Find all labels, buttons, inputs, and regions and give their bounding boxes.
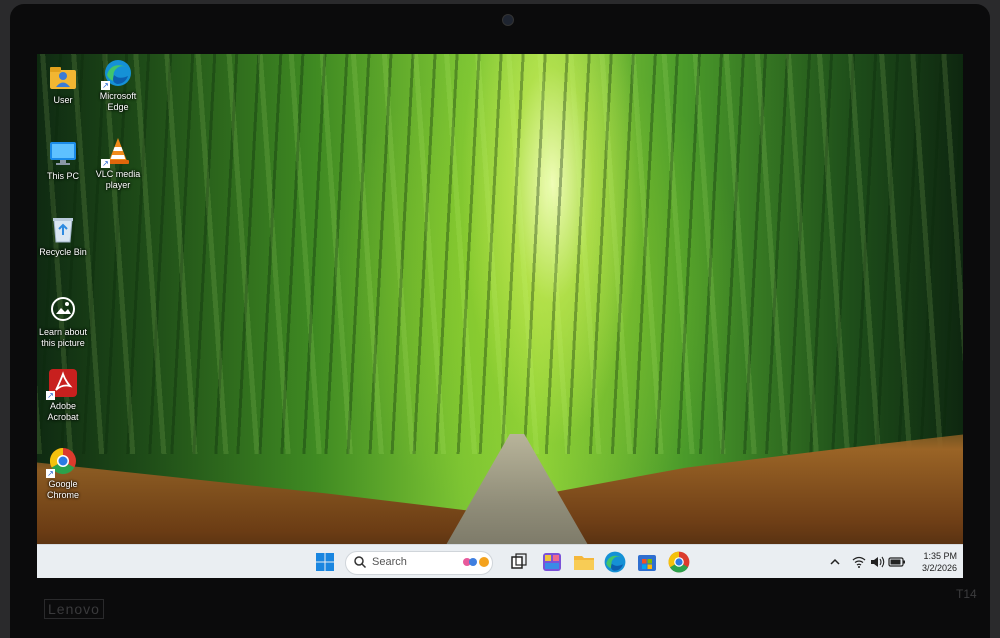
- edge-taskbar-button[interactable]: [603, 550, 627, 574]
- desktop-icon-chrome[interactable]: ↗ Google Chrome: [37, 446, 92, 501]
- battery-icon: [888, 557, 905, 567]
- desktop-icon-edge[interactable]: ↗ Microsoft Edge: [89, 58, 147, 113]
- taskbar-clock[interactable]: 1:35 PM 3/2/2026: [905, 550, 957, 574]
- chrome-taskbar-button[interactable]: [667, 550, 691, 574]
- edge-icon: ↗: [101, 58, 133, 90]
- acrobat-icon: ↗: [46, 368, 78, 400]
- clock-time: 1:35 PM: [923, 551, 957, 561]
- store-icon: [638, 555, 656, 571]
- copilot-icon: [543, 553, 561, 571]
- file-explorer-icon: [574, 556, 594, 570]
- brand-logo: Lenovo: [44, 599, 104, 619]
- start-button[interactable]: [313, 550, 337, 574]
- shortcut-arrow-icon: ↗: [46, 391, 55, 400]
- camera-info-icon: [48, 294, 78, 324]
- battery-status[interactable]: [888, 552, 906, 572]
- shortcut-arrow-icon: ↗: [46, 469, 55, 478]
- chevron-up-icon: [830, 558, 840, 565]
- desktop-icon-learn-picture[interactable]: Learn about this picture: [37, 294, 92, 349]
- chrome-icon: [668, 551, 690, 573]
- desktop-icon-label: Learn about this picture: [38, 327, 88, 348]
- desktop-icon-vlc[interactable]: ↗ VLC media player: [89, 136, 147, 191]
- search-icon: [353, 555, 367, 574]
- desktop-icon-label: VLC media player: [95, 169, 141, 190]
- desktop-icon-recycle-bin[interactable]: Recycle Bin: [37, 214, 92, 258]
- wifi-icon: [852, 556, 866, 568]
- task-view-button[interactable]: [507, 550, 531, 574]
- file-explorer-button[interactable]: [572, 550, 596, 574]
- speaker-icon: [871, 556, 885, 568]
- taskbar-search-box[interactable]: Search: [345, 551, 493, 575]
- monitor-icon: [48, 138, 78, 168]
- volume-status[interactable]: [869, 552, 885, 572]
- chrome-icon: ↗: [46, 446, 78, 478]
- taskbar: Search 1:35 PM 3/2/2026: [37, 544, 963, 578]
- desktop-icon-label: Adobe Acrobat: [47, 401, 79, 422]
- desktop-icon-this-pc[interactable]: This PC: [37, 138, 92, 182]
- recycle-bin-icon: [48, 214, 78, 244]
- wifi-status[interactable]: [851, 552, 867, 572]
- desktop-screen: User ↗ Microsoft Edge This PC ↗ VLC medi…: [37, 54, 963, 578]
- desktop-icon-label: Microsoft Edge: [99, 91, 137, 112]
- wallpaper-bamboo-highlights: [37, 54, 963, 454]
- desktop-icon-acrobat[interactable]: ↗ Adobe Acrobat: [37, 368, 92, 423]
- desktop-icon-label: Recycle Bin: [39, 247, 87, 257]
- desktop-icon-user[interactable]: User: [37, 62, 92, 106]
- desktop-icon-label: This PC: [46, 171, 79, 181]
- model-label: T14: [956, 587, 977, 601]
- clock-date: 3/2/2026: [921, 563, 957, 573]
- show-hidden-icons-button[interactable]: [827, 552, 843, 572]
- store-button[interactable]: [635, 550, 659, 574]
- edge-icon: [604, 551, 626, 573]
- start-icon: [316, 553, 334, 571]
- shortcut-arrow-icon: ↗: [101, 81, 110, 90]
- copilot-button[interactable]: [540, 550, 564, 574]
- search-highlight-icon: [462, 555, 490, 574]
- user-folder-icon: [48, 62, 78, 92]
- shortcut-arrow-icon: ↗: [101, 159, 110, 168]
- search-placeholder: Search: [372, 556, 407, 568]
- desktop-icon-label: User: [53, 95, 73, 105]
- task-view-icon: [511, 553, 527, 569]
- webcam: [502, 14, 514, 26]
- vlc-cone-icon: ↗: [101, 136, 133, 168]
- desktop-icon-label: Google Chrome: [46, 479, 79, 500]
